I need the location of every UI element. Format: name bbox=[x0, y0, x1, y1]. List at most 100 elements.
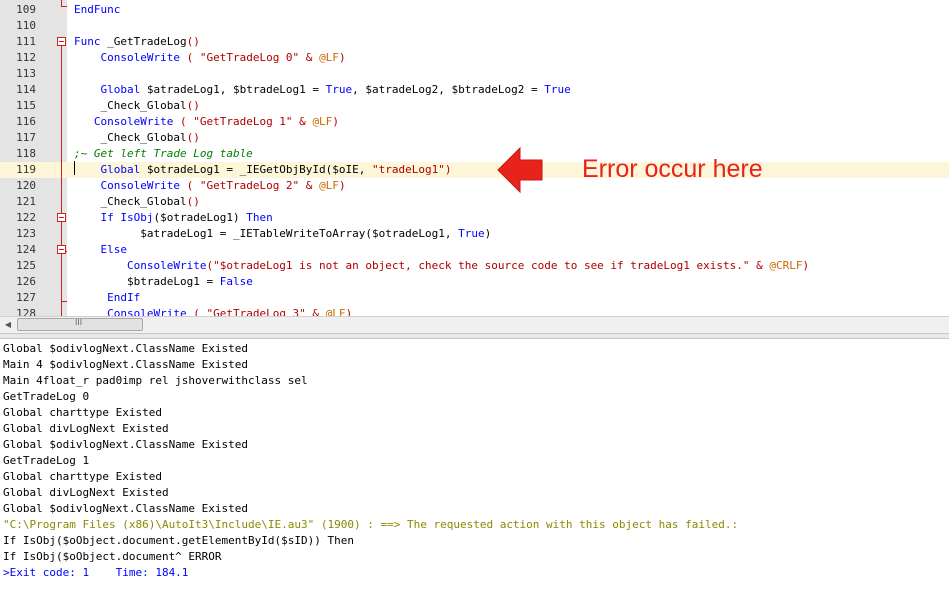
scrollbar-thumb[interactable]: III bbox=[17, 318, 143, 331]
red-arrow-icon bbox=[497, 146, 543, 194]
code-token: @LF bbox=[319, 51, 339, 64]
code-token: _Check_Global bbox=[74, 131, 187, 144]
fold-end-marker bbox=[61, 301, 67, 302]
line-number: 126 bbox=[16, 275, 36, 288]
code-line[interactable]: 121 _Check_Global() bbox=[0, 194, 949, 210]
output-line: Global divLogNext Existed bbox=[3, 422, 169, 435]
code-text: EndFunc bbox=[74, 2, 120, 18]
code-token: ConsoleWrite bbox=[74, 115, 174, 128]
code-line[interactable]: 113 bbox=[0, 66, 949, 82]
code-token: @CRLF bbox=[769, 259, 803, 272]
code-text: ConsoleWrite ( "GetTradeLog 0" & @LF) bbox=[74, 50, 346, 66]
code-token: $btradeLog1 = bbox=[74, 275, 220, 288]
code-line[interactable]: 126 $btradeLog1 = False bbox=[0, 274, 949, 290]
code-line[interactable]: 122 If IsObj($otradeLog1) Then bbox=[0, 210, 949, 226]
code-line[interactable]: 124 Else bbox=[0, 242, 949, 258]
code-token: _Check_Global bbox=[74, 195, 187, 208]
code-line[interactable]: 118 ;~ Get left Trade Log table bbox=[0, 146, 949, 162]
code-text: $atradeLog1 = _IETableWriteToArray($otra… bbox=[74, 226, 491, 242]
fold-toggle-func[interactable] bbox=[57, 37, 66, 46]
code-line[interactable]: 123 $atradeLog1 = _IETableWriteToArray($… bbox=[0, 226, 949, 242]
scroll-left-arrow-icon[interactable]: ◀ bbox=[0, 317, 16, 333]
code-token: ) bbox=[338, 179, 346, 192]
code-token: ( bbox=[173, 115, 194, 128]
code-token: @LF bbox=[325, 307, 346, 316]
code-text: _Check_Global() bbox=[74, 194, 199, 210]
code-text: Global $atradeLog1, $btradeLog1 = True, … bbox=[74, 82, 571, 98]
code-token: "tradeLog1" bbox=[372, 163, 445, 176]
code-token: ( bbox=[179, 179, 200, 192]
code-line[interactable]: 110 bbox=[0, 18, 949, 34]
code-token: ConsoleWrite bbox=[74, 51, 180, 64]
output-line: If IsObj($oObject.document^ ERROR bbox=[3, 550, 222, 563]
code-token: If bbox=[74, 211, 121, 224]
code-editor[interactable]: 109 EndFunc 110 111 Func _GetTradeLog() 112 C… bbox=[0, 0, 949, 316]
output-line: GetTradeLog 1 bbox=[3, 454, 90, 467]
code-token: True bbox=[325, 83, 353, 96]
code-text: EndIf bbox=[74, 290, 140, 306]
code-line[interactable]: 127 EndIf bbox=[0, 290, 949, 306]
line-number: 109 bbox=[16, 3, 36, 16]
line-number: 118 bbox=[16, 147, 36, 160]
fold-toggle-if[interactable] bbox=[57, 213, 66, 222]
line-number: 122 bbox=[16, 211, 36, 224]
line-number: 111 bbox=[16, 35, 36, 48]
output-console[interactable]: Global $odivlogNext.ClassName Existed Mai… bbox=[0, 339, 949, 599]
text-caret bbox=[74, 161, 75, 175]
code-token: IsObj bbox=[120, 211, 154, 224]
code-line[interactable]: 119 Global $otradeLog1 = _IEGetObjById($… bbox=[0, 162, 949, 178]
code-text: _Check_Global() bbox=[74, 130, 199, 146]
code-text: ConsoleWrite ( "GetTradeLog 1" & @LF) bbox=[74, 114, 339, 130]
code-token: "GetTradeLog 1" bbox=[193, 115, 293, 128]
code-line[interactable]: 111 Func _GetTradeLog() bbox=[0, 34, 949, 50]
code-line[interactable]: 120 ConsoleWrite ( "GetTradeLog 2" & @LF… bbox=[0, 178, 949, 194]
code-line[interactable]: 128 ConsoleWrite ( "GetTradeLog 3" & @LF… bbox=[0, 306, 949, 316]
code-line[interactable]: 116 ConsoleWrite ( "GetTradeLog 1" & @LF… bbox=[0, 114, 949, 130]
line-number: 125 bbox=[16, 259, 36, 272]
code-text: _Check_Global() bbox=[74, 98, 200, 114]
output-line: Main 4 $odivlogNext.ClassName Existed bbox=[3, 358, 249, 371]
code-token: ) bbox=[484, 227, 492, 240]
code-token: True bbox=[458, 227, 485, 240]
code-line[interactable]: 114 Global $atradeLog1, $btradeLog1 = Tr… bbox=[0, 82, 949, 98]
line-number: 124 bbox=[16, 243, 36, 256]
fold-toggle-else[interactable] bbox=[57, 245, 66, 254]
code-line[interactable]: 117 _Check_Global() bbox=[0, 130, 949, 146]
code-token: @LF bbox=[319, 179, 339, 192]
code-text: ConsoleWrite("$otradeLog1 is not an obje… bbox=[74, 258, 809, 274]
code-token: & bbox=[749, 259, 770, 272]
code-token: () bbox=[186, 35, 200, 48]
code-text: Global $otradeLog1 = _IEGetObjById($oIE,… bbox=[74, 162, 451, 178]
code-text: ;~ Get left Trade Log table bbox=[74, 146, 253, 162]
code-line[interactable]: 112 ConsoleWrite ( "GetTradeLog 0" & @LF… bbox=[0, 50, 949, 66]
code-token: Global bbox=[74, 163, 147, 176]
code-token: , $atradeLog2, $btradeLog2 = bbox=[352, 83, 545, 96]
fold-guide bbox=[61, 46, 62, 316]
line-number: 123 bbox=[16, 227, 36, 240]
line-number: 116 bbox=[16, 115, 36, 128]
line-number: 112 bbox=[16, 51, 36, 64]
scrollbar-grip: III bbox=[75, 318, 83, 327]
code-token: "GetTradeLog 0" bbox=[199, 51, 300, 64]
code-token: True bbox=[544, 83, 571, 96]
code-token: () bbox=[186, 99, 200, 112]
code-token: ($otradeLog1) bbox=[153, 211, 247, 224]
code-text: ConsoleWrite ( "GetTradeLog 3" & @LF) bbox=[74, 306, 352, 316]
output-line: If IsObj($oObject.document.getElementByI… bbox=[3, 534, 354, 547]
code-token: $atradeLog1 = _IETableWriteToArray($otra… bbox=[74, 227, 459, 240]
code-token: & bbox=[292, 115, 313, 128]
line-number: 115 bbox=[16, 99, 36, 112]
code-token: ) bbox=[338, 51, 346, 64]
code-line[interactable]: 109 EndFunc bbox=[0, 2, 949, 18]
code-text: If IsObj($otradeLog1) Then bbox=[74, 210, 272, 226]
output-line: Global $odivlogNext.ClassName Existed bbox=[3, 502, 249, 515]
code-token: EndIf bbox=[74, 291, 141, 304]
output-line: "C:\Program Files (x86)\AutoIt3\Include\… bbox=[3, 518, 739, 531]
horizontal-scrollbar[interactable]: ◀ III bbox=[0, 316, 949, 333]
line-number: 128 bbox=[16, 307, 36, 316]
output-line: Global divLogNext Existed bbox=[3, 486, 169, 499]
code-line[interactable]: 115 _Check_Global() bbox=[0, 98, 949, 114]
code-text: Func _GetTradeLog() bbox=[74, 34, 200, 50]
code-line[interactable]: 125 ConsoleWrite("$otradeLog1 is not an … bbox=[0, 258, 949, 274]
code-token: ) bbox=[332, 115, 339, 128]
